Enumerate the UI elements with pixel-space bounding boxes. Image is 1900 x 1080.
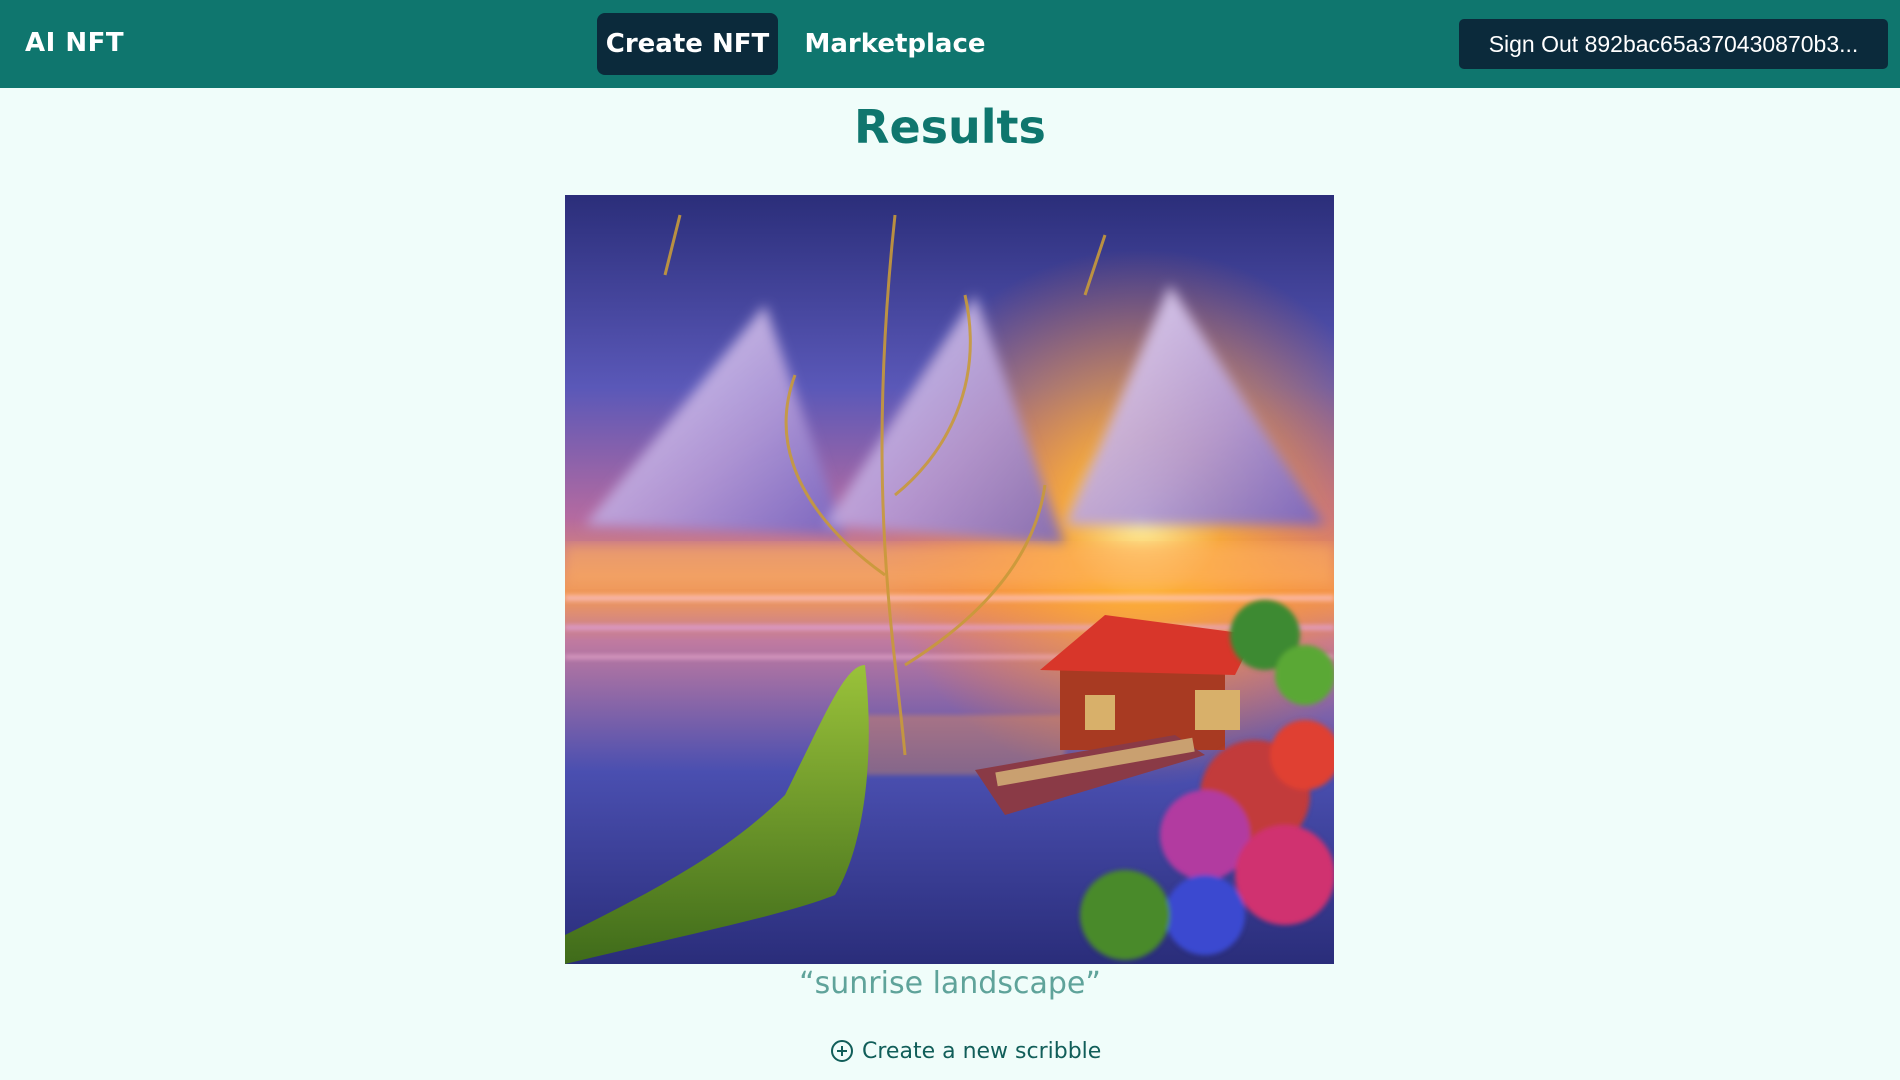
result-image [565,195,1334,964]
create-new-scribble-link[interactable]: Create a new scribble [830,1036,1101,1066]
sign-out-button[interactable]: Sign Out 892bac65a370430870b3... [1459,19,1888,69]
prompt-caption: “sunrise landscape” [799,966,1101,1001]
tab-create-nft[interactable]: Create NFT [597,13,778,75]
tab-marketplace[interactable]: Marketplace [800,13,990,75]
plus-circle-icon [830,1039,854,1063]
page-title: Results [854,100,1046,154]
create-new-scribble-label: Create a new scribble [862,1038,1102,1064]
generated-artwork [565,195,1334,964]
brand-logo[interactable]: AI NFT [25,28,124,58]
top-navbar: AI NFT Create NFT Marketplace Sign Out 8… [0,0,1900,88]
